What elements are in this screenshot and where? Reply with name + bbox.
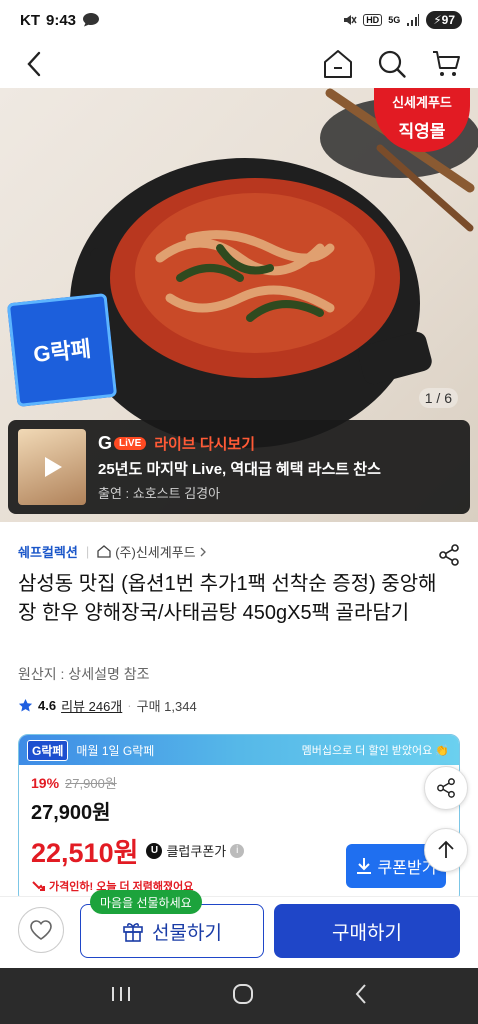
mute-icon	[344, 15, 357, 25]
carousel-page-indicator: 1 / 6	[418, 388, 458, 408]
universe-club-icon: U	[146, 842, 163, 859]
membership-note: 멤버십으로 더 할인 받았어요 👏	[301, 745, 449, 757]
home-button[interactable]	[320, 46, 356, 82]
floating-share-button[interactable]	[424, 766, 468, 810]
original-price: 27,900원	[65, 776, 117, 791]
play-icon	[45, 457, 62, 477]
live-replay-banner[interactable]: G LiVE 라이브 다시보기 25년도 마지막 Live, 역대급 혜택 라스…	[8, 420, 470, 514]
rating-row: 4.6 리뷰 246개 · 구매 1,344	[18, 696, 197, 715]
glive-logo: G LiVE	[98, 432, 147, 454]
live-title: 25년도 마지막 Live, 역대급 혜택 라스트 찬스	[98, 460, 381, 478]
live-host: 출연 : 쇼호스트 김경아	[98, 485, 221, 501]
club-label-text: 클럽쿠폰가	[166, 844, 227, 859]
glakpe-badge: G락페	[27, 739, 69, 761]
rating-score: 4.6	[38, 698, 57, 713]
info-icon[interactable]: i	[230, 843, 245, 858]
glakpe-logo-text: G락페	[32, 336, 93, 367]
recent-apps-button[interactable]	[110, 985, 132, 1008]
signal-icon	[407, 14, 420, 26]
price-down-arrow-icon	[32, 881, 45, 891]
seller-link[interactable]: (주)신세계푸드	[97, 542, 206, 561]
download-icon	[356, 858, 371, 874]
top-nav	[0, 40, 478, 88]
status-left: KT 9:43	[20, 12, 100, 29]
live-text: G LiVE 라이브 다시보기 25년도 마지막 Live, 역대급 혜택 라스…	[98, 433, 381, 502]
share-icon	[437, 778, 455, 798]
sale-price: 27,900원	[31, 802, 111, 824]
home-system-button[interactable]	[232, 983, 254, 1010]
divider: |	[85, 544, 90, 559]
hd-icon: HD	[363, 14, 383, 26]
chevron-left-icon	[27, 51, 41, 77]
network-label: 5G	[388, 15, 401, 25]
price-card-header: G락페 매월 1일 G락페 멤버십으로 더 할인 받았어요 👏	[19, 735, 459, 765]
battery-badge: ⚡97	[426, 11, 462, 29]
purchase-count: 구매 1,344	[136, 699, 197, 714]
chat-notification-icon	[83, 13, 100, 27]
carrier: KT	[20, 11, 40, 29]
dot-separator: ·	[127, 698, 132, 713]
store-home-icon	[97, 545, 111, 558]
scroll-top-button[interactable]	[424, 828, 468, 872]
buy-button[interactable]: 구매하기	[274, 904, 460, 958]
club-price: 22,510원	[31, 838, 139, 868]
status-right: HD 5G ⚡97	[341, 11, 462, 29]
brand-link[interactable]: 쉐프컬렉션	[18, 542, 78, 561]
store-badge-line1: 신세계푸드	[392, 95, 452, 110]
live-replay-label: 라이브 다시보기	[154, 435, 256, 453]
heart-icon	[30, 920, 52, 940]
discount-row: 19% 27,900원	[31, 773, 459, 792]
live-thumbnail[interactable]	[18, 429, 86, 505]
arrow-up-icon	[438, 840, 454, 858]
event-label: 매월 1일 G락페	[76, 743, 155, 758]
search-button[interactable]	[374, 46, 410, 82]
back-arrow-icon	[355, 983, 366, 1004]
recent-apps-icon	[112, 986, 130, 1001]
search-icon	[378, 50, 406, 78]
share-button[interactable]	[438, 544, 460, 571]
brand-row: 쉐프컬렉션 | (주)신세계푸드	[18, 542, 462, 561]
live-pill: LiVE	[114, 436, 147, 450]
cart-button[interactable]	[428, 46, 464, 82]
cart-icon	[433, 51, 460, 76]
glive-g: G	[98, 432, 113, 453]
status-bar: KT 9:43 HD 5G ⚡97	[0, 0, 478, 40]
share-icon	[439, 544, 459, 566]
store-badge-line2: 직영몰	[398, 122, 446, 141]
product-title: 삼성동 맛집 (옵션1번 추가1팩 선착순 증정) 중앙해장 한우 양해장국/사…	[18, 573, 437, 624]
live-header: G LiVE 라이브 다시보기	[98, 433, 381, 454]
glakpe-logo: G락페	[6, 293, 118, 407]
discount-rate: 19%	[31, 775, 60, 791]
bottom-action-bar: 선물하기 구매하기	[0, 896, 478, 968]
event-info: G락페 매월 1일 G락페	[27, 739, 155, 761]
reviews-link[interactable]: 리뷰 246개	[61, 696, 122, 715]
nav-actions	[320, 46, 464, 82]
seller-name: (주)신세계푸드	[115, 545, 196, 560]
system-navigation-bar	[0, 968, 478, 1024]
system-back-button[interactable]	[354, 983, 368, 1010]
home-icon	[324, 50, 352, 78]
wishlist-button[interactable]	[18, 907, 64, 953]
gift-tooltip: 마음을 선물하세요	[90, 890, 202, 914]
home-circle-icon	[233, 983, 253, 1004]
clock: 9:43	[46, 11, 77, 29]
star-icon	[18, 699, 33, 712]
battery-level: 97	[441, 13, 455, 27]
club-coupon-label: U 클럽쿠폰가 i	[146, 841, 245, 860]
gift-button-label: 선물하기	[152, 922, 222, 944]
chevron-right-icon	[200, 547, 206, 556]
origin-info: 원산지 : 상세설명 참조	[18, 666, 150, 682]
back-button[interactable]	[16, 46, 52, 82]
gift-icon	[123, 923, 143, 942]
